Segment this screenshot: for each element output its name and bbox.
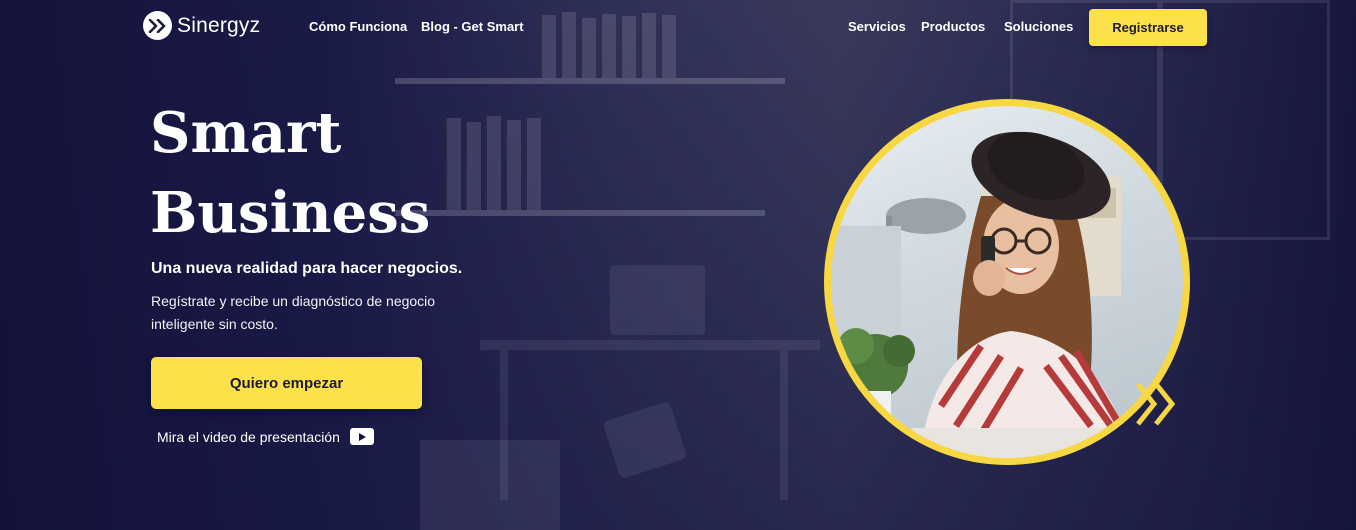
hero-section: Sinergyz Cómo Funciona Blog - Get Smart …	[0, 0, 1356, 530]
woman-on-phone-illustration	[831, 131, 1183, 458]
hero-description: Regístrate y recibe un diagnóstico de ne…	[151, 293, 436, 332]
nav-link-como-funciona[interactable]: Cómo Funciona	[309, 19, 407, 34]
double-chevron-right-icon	[1136, 382, 1176, 426]
nav-link-soluciones[interactable]: Soluciones	[1004, 19, 1073, 34]
video-link-label: Mira el video de presentación	[157, 428, 340, 445]
brand-name: Sinergyz	[177, 13, 261, 37]
nav-link-servicios[interactable]: Servicios	[848, 19, 906, 34]
double-chevron-right-icon	[143, 11, 172, 40]
hero-title: Smart Business	[150, 93, 470, 253]
start-button[interactable]: Quiero empezar	[151, 357, 422, 409]
hero-subtitle: Una nueva realidad para hacer negocios.	[151, 260, 463, 277]
brand-logo[interactable]: Sinergyz	[143, 11, 260, 40]
register-button[interactable]: Registrarse	[1089, 9, 1207, 46]
nav-link-blog[interactable]: Blog - Get Smart	[421, 19, 524, 34]
play-icon	[349, 428, 374, 445]
video-link[interactable]: Mira el video de presentación	[157, 428, 374, 445]
hero-title-line-2: Business	[150, 180, 431, 246]
hero-title-line-1: Smart	[150, 100, 342, 166]
nav-link-productos[interactable]: Productos	[921, 19, 985, 34]
